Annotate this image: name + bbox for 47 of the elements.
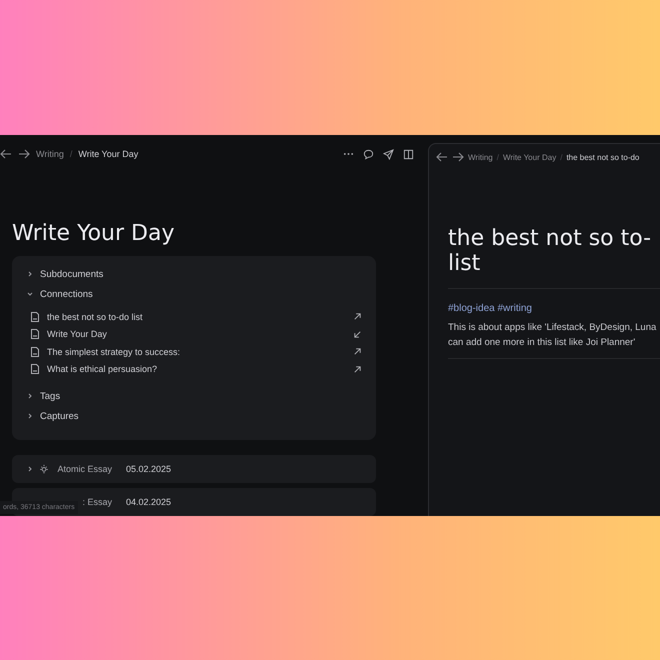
breadcrumb-separator: /: [560, 152, 562, 162]
comment-icon[interactable]: [363, 148, 374, 160]
breadcrumb-separator: /: [70, 149, 72, 159]
breadcrumb-item[interactable]: Write Your Day: [78, 149, 138, 159]
arrow-up-right-icon: [353, 364, 362, 374]
back-icon[interactable]: [436, 151, 448, 163]
arrow-up-right-icon: [353, 312, 362, 322]
breadcrumb-item[interactable]: Write Your Day: [502, 152, 556, 162]
chevron-right-icon[interactable]: [26, 270, 34, 278]
connection-link[interactable]: Write Your Day: [47, 329, 107, 340]
tag-list[interactable]: #blog-idea #writing: [448, 303, 660, 314]
document-row[interactable]: Atomic Essay 05.02.2025: [12, 455, 376, 483]
back-icon[interactable]: [0, 148, 12, 160]
breadcrumb-separator: /: [496, 152, 499, 162]
chevron-right-icon[interactable]: [26, 465, 34, 473]
more-icon[interactable]: [343, 152, 354, 156]
section-label[interactable]: Connections: [40, 288, 93, 300]
section-label[interactable]: Captures: [40, 410, 79, 422]
chevron-right-icon[interactable]: [26, 412, 34, 420]
document-icon: [30, 310, 40, 323]
breadcrumb-item[interactable]: Writing: [36, 149, 64, 159]
document-icon: [30, 346, 40, 358]
connection-link[interactable]: The simplest strategy to success:: [47, 346, 180, 357]
document-type: : Essay: [82, 497, 112, 507]
breadcrumb-item[interactable]: Writing: [468, 152, 493, 162]
chevron-right-icon[interactable]: [26, 392, 34, 400]
split-view-icon[interactable]: [403, 148, 414, 160]
forward-icon[interactable]: [18, 148, 30, 160]
document-date: 04.02.2025: [126, 497, 172, 507]
section-label[interactable]: Tags: [40, 390, 60, 402]
note-paragraph: This is about apps like 'Lifestack, ByDesign, Luna can add one more in this list like Joi Planner': [448, 320, 660, 359]
arrow-up-right-icon: [353, 347, 362, 356]
connection-link[interactable]: What is ethical persuasion?: [47, 364, 158, 374]
lightbulb-icon: [39, 464, 49, 474]
send-icon[interactable]: [383, 148, 394, 160]
page-title: Write Your Day: [12, 221, 176, 246]
breadcrumb-item[interactable]: the best not so to-do: [566, 152, 640, 162]
document-date: 05.02.2025: [126, 464, 172, 474]
section-label[interactable]: Subdocuments: [40, 268, 104, 280]
document-icon: [30, 363, 40, 376]
document-type: Atomic Essay: [57, 464, 112, 474]
arrow-down-left-icon: [353, 330, 362, 339]
chevron-down-icon[interactable]: [26, 290, 34, 298]
page-title: the best not so to- list: [448, 226, 660, 289]
forward-icon[interactable]: [452, 151, 464, 163]
connection-link[interactable]: the best not so to-do list: [47, 312, 143, 322]
document-icon: [30, 328, 40, 340]
